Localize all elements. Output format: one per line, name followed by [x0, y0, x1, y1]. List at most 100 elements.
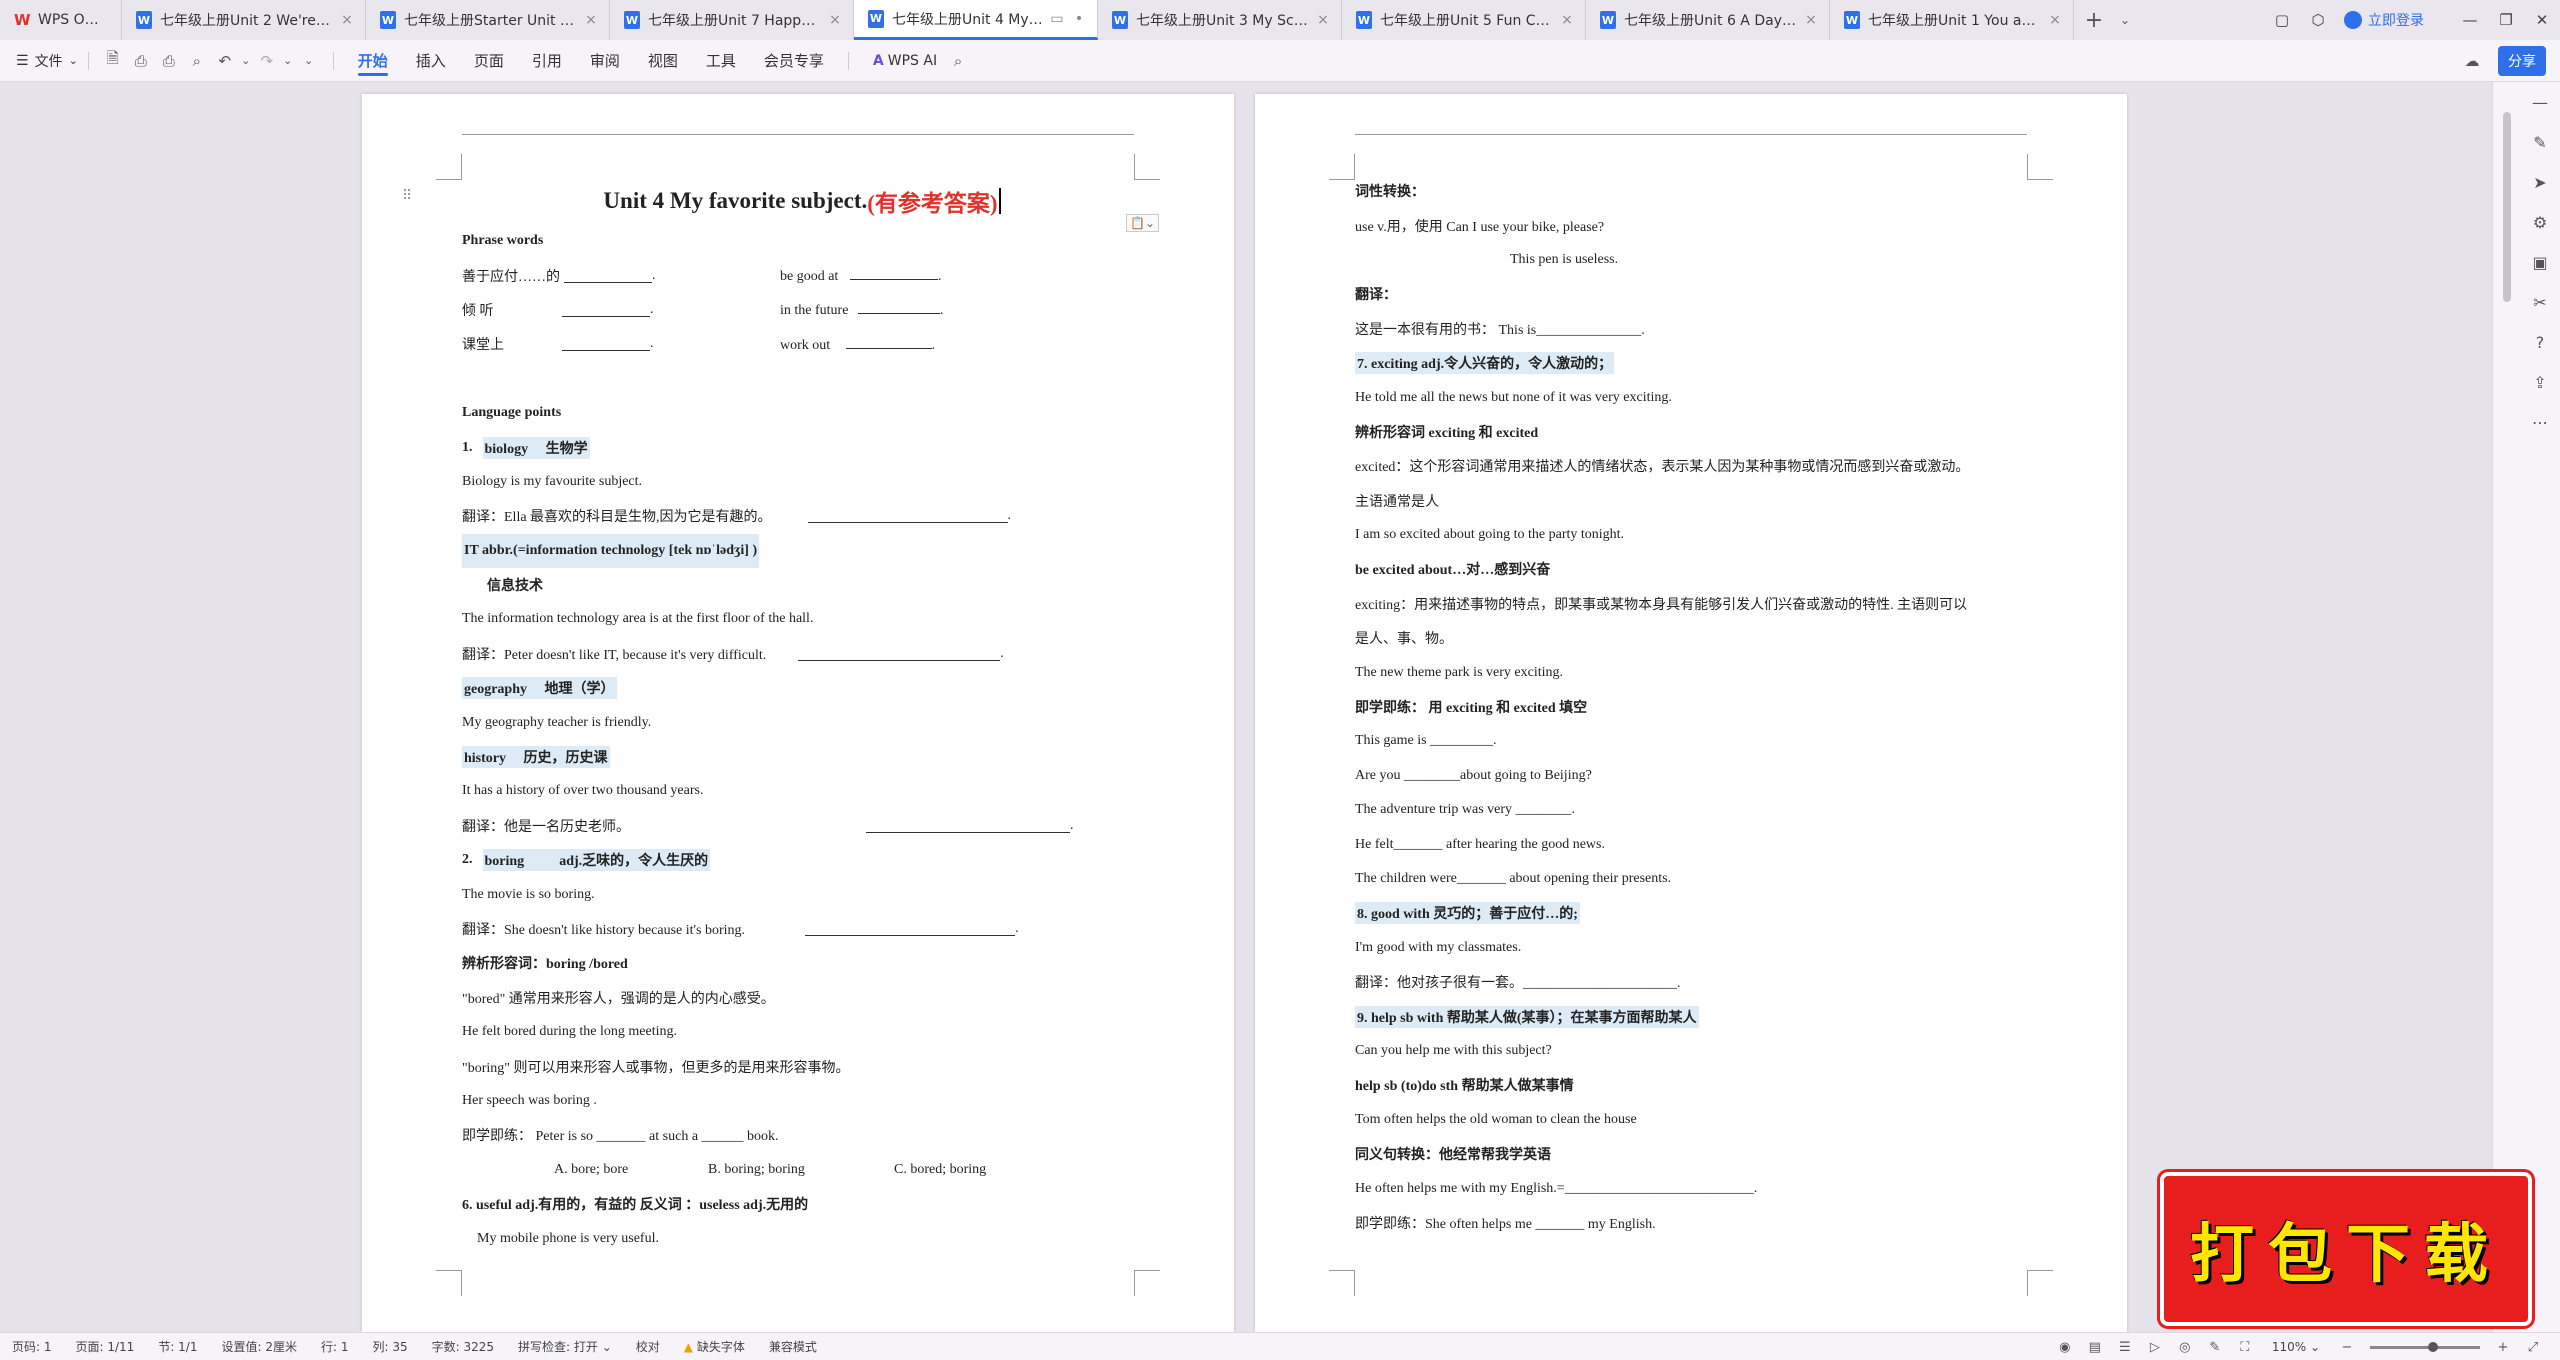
- status-pages[interactable]: 页面: 1/11: [64, 1338, 147, 1355]
- cube-icon[interactable]: ⬡: [2300, 0, 2336, 40]
- menu-insert[interactable]: 插入: [402, 40, 460, 82]
- vertical-scrollbar[interactable]: [2503, 112, 2511, 302]
- tools-icon[interactable]: ✂: [2520, 282, 2560, 322]
- text-line: I'm good with my classmates.: [1355, 939, 1522, 955]
- more-icon[interactable]: ⋯: [2520, 402, 2560, 442]
- image-icon[interactable]: ▣: [2520, 242, 2560, 282]
- tab-document[interactable]: W 七年级上册Unit 5 Fun Clubs 知识 ×: [1342, 0, 1586, 40]
- window-controls: ▢ ⬡ 立即登录 — ❐ ✕: [2264, 0, 2560, 40]
- menu-home[interactable]: 开始: [344, 40, 402, 82]
- page-1[interactable]: ⠿ 📋⌄ Unit 4 My favorite subject. (有参考答案)…: [362, 94, 1234, 1332]
- fit-page-icon[interactable]: ⛶: [2230, 1340, 2260, 1355]
- close-icon[interactable]: ×: [1315, 12, 1331, 28]
- tab-document[interactable]: W 七年级上册Unit 2 We're Family! 知识 ×: [122, 0, 366, 40]
- tab-list-chevron-icon[interactable]: ⌄: [2114, 0, 2136, 40]
- chevron-down-icon[interactable]: ⌄: [282, 48, 294, 74]
- zoom-slider-knob[interactable]: [2428, 1341, 2438, 1352]
- tab-document[interactable]: W 七年级上册Unit 6 A Day in the Life ×: [1586, 0, 1830, 40]
- help-icon[interactable]: ?: [2520, 322, 2560, 362]
- blank: [562, 303, 650, 317]
- redo-icon[interactable]: ↷: [254, 48, 280, 74]
- status-missing-font[interactable]: ▲ 缺失字体: [672, 1338, 757, 1355]
- document-canvas[interactable]: ⠿ 📋⌄ Unit 4 My favorite subject. (有参考答案)…: [0, 82, 2492, 1332]
- translation-line: 翻译：Ella 最喜欢的科目是生物,因为它是有趣的。 .: [462, 508, 1012, 526]
- text-line: My geography teacher is friendly.: [462, 714, 652, 730]
- divider: [332, 51, 334, 70]
- login-button[interactable]: 立即登录: [2344, 10, 2424, 30]
- fullscreen-icon[interactable]: ⤢: [2518, 1340, 2548, 1355]
- write-mode-icon[interactable]: ✎: [2200, 1340, 2230, 1355]
- status-section[interactable]: 节: 1/1: [146, 1338, 209, 1355]
- crop-mark: [1134, 1270, 1160, 1296]
- play-icon[interactable]: ▷: [2140, 1340, 2170, 1355]
- search-icon[interactable]: ⌕: [945, 48, 971, 74]
- unsaved-dot-icon[interactable]: •: [1071, 11, 1087, 27]
- missing-font-label: 缺失字体: [696, 1340, 745, 1354]
- blank: [807, 509, 1008, 524]
- minimize-icon[interactable]: —: [2452, 0, 2488, 40]
- tab-document[interactable]: W 七年级上册Unit 7 Happy Birthday! ×: [610, 0, 854, 40]
- close-icon[interactable]: ×: [1803, 12, 1819, 28]
- page-view-icon[interactable]: ▤: [2080, 1340, 2110, 1355]
- status-page[interactable]: 页码: 1: [0, 1338, 64, 1355]
- eye-protection-icon[interactable]: ◉: [2050, 1340, 2080, 1355]
- point-heading: IT abbr.(=information technology [tek nɒ…: [462, 533, 760, 568]
- new-tab-button[interactable]: +: [2074, 0, 2114, 40]
- restore-icon[interactable]: ❐: [2488, 0, 2524, 40]
- save-icon[interactable]: 🗎: [100, 48, 126, 74]
- menu-membership[interactable]: 会员专享: [750, 40, 838, 82]
- print-icon[interactable]: ⎙: [156, 48, 182, 74]
- window-layout-icon[interactable]: ▢: [2264, 0, 2300, 40]
- zoom-level[interactable]: 110% ⌄: [2260, 1340, 2332, 1354]
- close-window-icon[interactable]: ✕: [2524, 0, 2560, 40]
- page-2[interactable]: 词性转换： use v.用，使用 Can I use your bike, pl…: [1255, 94, 2127, 1332]
- chevron-down-icon[interactable]: ⌄: [240, 48, 252, 74]
- tab-document[interactable]: W 七年级上册Unit 1 You and Me知识 ×: [1830, 0, 2074, 40]
- close-icon[interactable]: ×: [827, 12, 843, 28]
- zoom-out-icon[interactable]: −: [2332, 1340, 2362, 1355]
- close-icon[interactable]: ×: [339, 12, 355, 28]
- menu-page[interactable]: 页面: [460, 40, 518, 82]
- settings-sliders-icon[interactable]: ⚙: [2520, 202, 2560, 242]
- undo-icon[interactable]: ↶: [212, 48, 238, 74]
- zoom-slider[interactable]: [2370, 1341, 2480, 1352]
- phrase-heading: Phrase words: [462, 233, 544, 249]
- print-preview-icon[interactable]: ⌕: [184, 48, 210, 74]
- cloud-sync-icon[interactable]: ☁: [2459, 48, 2485, 74]
- outline-view-icon[interactable]: ☰: [2110, 1340, 2140, 1355]
- web-view-icon[interactable]: ◎: [2170, 1340, 2200, 1355]
- pen-icon[interactable]: ✎: [2520, 122, 2560, 162]
- text-line: My mobile phone is very useful.: [477, 1230, 659, 1246]
- more-chevron-icon[interactable]: ⌄: [296, 48, 322, 74]
- close-icon[interactable]: ×: [583, 12, 599, 28]
- tab-wps-office[interactable]: W WPS Office: [0, 0, 122, 40]
- menu-view[interactable]: 视图: [634, 40, 692, 82]
- status-spell-check[interactable]: 拼写检查: 打开 ⌄: [506, 1338, 624, 1355]
- menu-references[interactable]: 引用: [518, 40, 576, 82]
- zoom-in-icon[interactable]: +: [2488, 1340, 2518, 1355]
- status-proof[interactable]: 校对: [624, 1338, 672, 1355]
- divider: [87, 51, 89, 70]
- option-c: C. bored; boring: [894, 1161, 987, 1177]
- status-word-count[interactable]: 字数: 3225: [420, 1338, 506, 1355]
- wps-ai-button[interactable]: A WPS AI: [873, 53, 937, 69]
- select-cursor-icon[interactable]: ➤: [2520, 162, 2560, 202]
- text-line: be excited about…对…感到兴奋: [1355, 563, 1551, 579]
- drag-handle-icon[interactable]: ⠿: [402, 188, 412, 204]
- minimize-panel-icon[interactable]: —: [2520, 82, 2560, 122]
- tab-document-active[interactable]: W 七年级上册Unit 4 My Favourite ▭ •: [854, 0, 1098, 40]
- tab-document[interactable]: W 七年级上册Starter Unit 1 -3知识点 ×: [366, 0, 610, 40]
- share-panel-icon[interactable]: ⇪: [2520, 362, 2560, 402]
- close-icon[interactable]: ×: [2047, 12, 2063, 28]
- close-icon[interactable]: ×: [1559, 12, 1575, 28]
- point-heading: 6. useful adj.有用的，有益的 反义词 ：useless adj.无…: [462, 1198, 809, 1214]
- point-word: history 历史，历史课: [462, 746, 610, 769]
- share-button[interactable]: 分享: [2498, 46, 2546, 76]
- download-badge[interactable]: 打包下载: [2160, 1172, 2532, 1326]
- menu-tools[interactable]: 工具: [692, 40, 750, 82]
- file-menu[interactable]: ☰ 文件 ⌄: [16, 51, 78, 71]
- status-settings[interactable]: 设置值: 2厘米: [209, 1338, 309, 1355]
- tab-document[interactable]: W 七年级上册Unit 3 My School 知识 ×: [1098, 0, 1342, 40]
- menu-review[interactable]: 审阅: [576, 40, 634, 82]
- pdf-export-icon[interactable]: ⎙: [128, 48, 154, 74]
